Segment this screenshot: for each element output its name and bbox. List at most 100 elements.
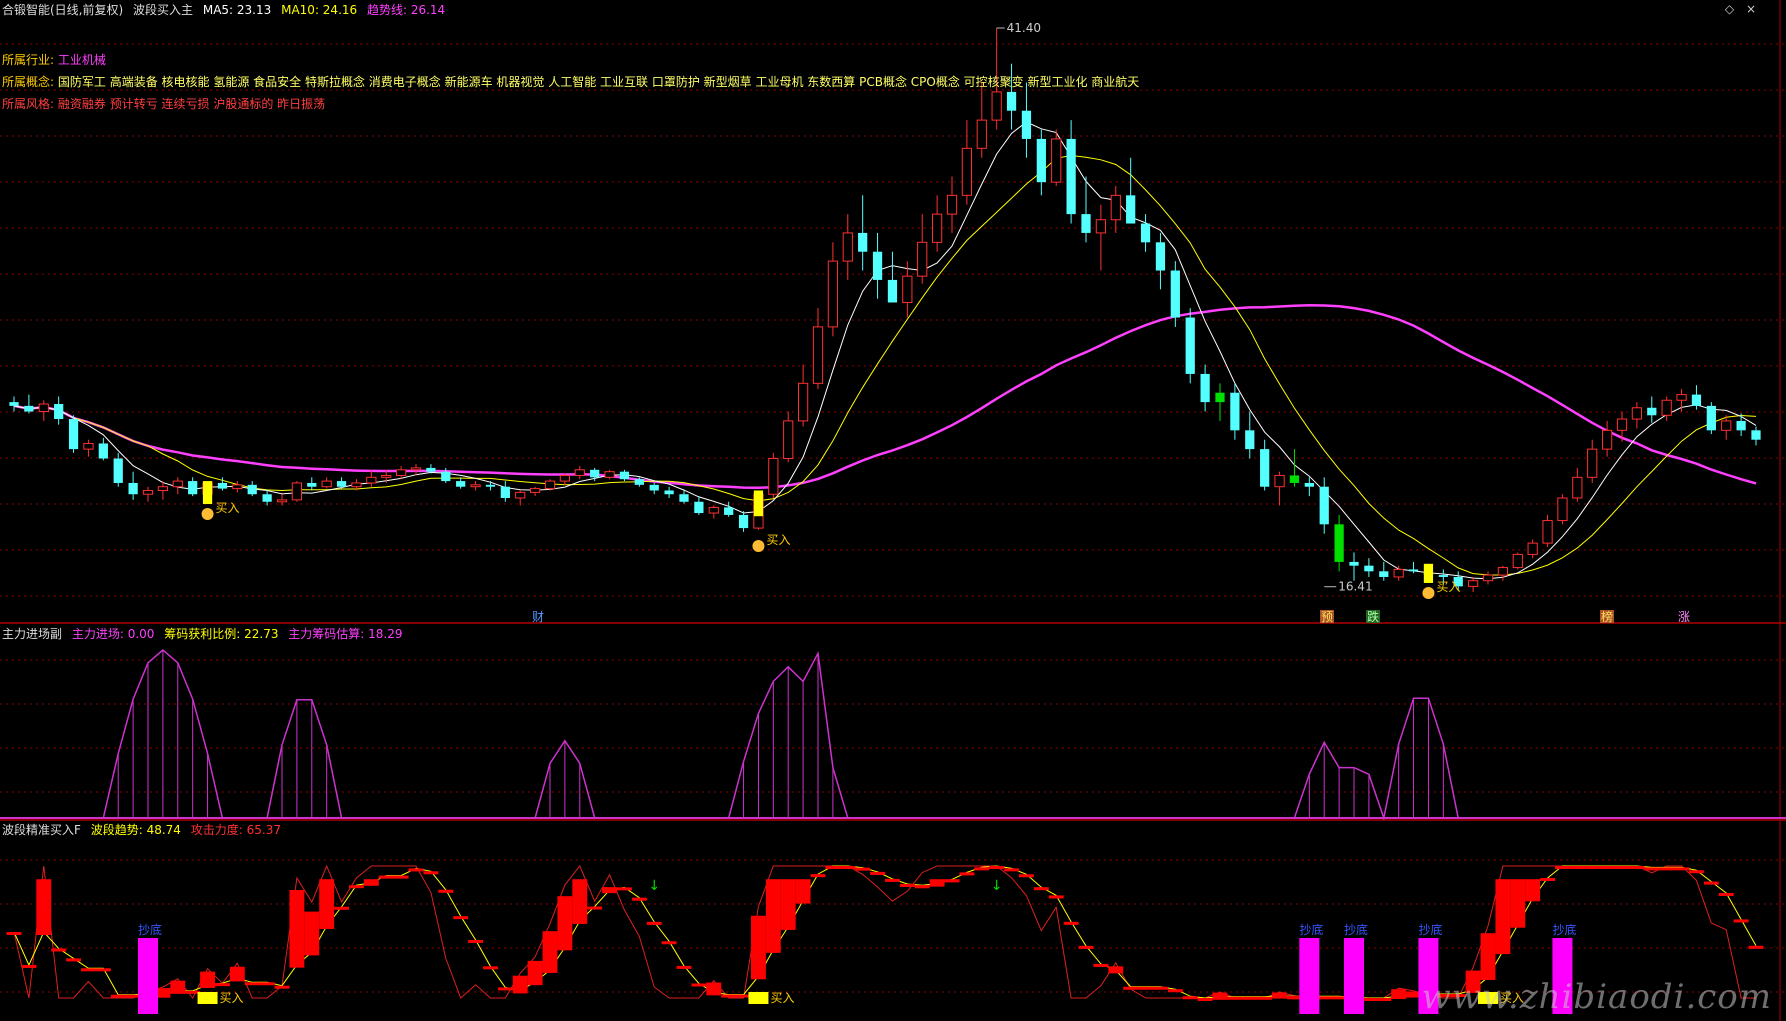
industry-value[interactable]: 工业机械 — [58, 53, 106, 67]
candle — [1200, 364, 1210, 412]
style-values[interactable]: 融资融券 预计转亏 连续亏损 沪股通标的 昨日振荡 — [58, 97, 325, 111]
candle-body — [529, 488, 541, 493]
ma10-value: MA10: 24.16 — [281, 3, 358, 17]
attack-bar — [1019, 874, 1034, 878]
attack-bar — [1123, 986, 1139, 990]
candle — [83, 439, 94, 457]
candle-body — [783, 420, 794, 460]
candle-body — [1245, 430, 1255, 450]
candle-body — [664, 490, 674, 495]
attack-bar — [66, 958, 81, 962]
attack-bar — [989, 866, 1005, 869]
tag-cai: 财 — [532, 610, 544, 624]
candle — [961, 120, 973, 205]
candle — [1751, 426, 1761, 446]
candle — [1021, 82, 1032, 158]
buy-signal-box — [753, 490, 764, 517]
attack-bar — [557, 896, 573, 951]
bottom-fish-label: 抄底 — [1552, 922, 1576, 937]
candle-body — [1527, 542, 1538, 555]
signal-markers: 买入买入买入41.4016.41财预跌榜涨抄底 抄底 抄底 抄底 抄底买入 买入 买入↓ ↓ — [138, 21, 1690, 1005]
candle-body — [38, 403, 49, 413]
candle — [1140, 214, 1151, 252]
candle-body — [1155, 242, 1166, 271]
attack-bar — [587, 906, 603, 910]
attack-bar — [1584, 866, 1600, 869]
panel3-name[interactable]: 波段精准买入F — [2, 823, 81, 837]
attack-bar — [244, 982, 260, 986]
candle — [649, 482, 659, 495]
candle — [1482, 571, 1494, 585]
panel3-header: 波段精准买入F 波段趋势: 48.74 攻击力度: 65.37 — [2, 822, 287, 838]
candle-body — [247, 484, 257, 495]
candle-body — [336, 481, 347, 487]
candle-body — [1616, 418, 1628, 431]
attack-bar — [1063, 921, 1079, 925]
candle — [872, 232, 883, 299]
candle — [1170, 261, 1180, 327]
attack-bar — [51, 948, 67, 952]
candle — [768, 452, 779, 498]
candle-body — [961, 147, 973, 196]
candle-body — [1140, 223, 1151, 243]
attack-bar — [1599, 866, 1615, 869]
stock-title[interactable]: 合锻智能(日线,前复权) — [2, 3, 123, 17]
attack-bar — [899, 883, 915, 887]
candle-body — [842, 232, 853, 262]
attack-bar — [944, 879, 960, 883]
bottom-fish-label: 抄底 — [138, 922, 162, 937]
down-arrow-icon: ↓ — [991, 878, 1003, 894]
candle — [1661, 396, 1672, 421]
candle — [1631, 402, 1643, 429]
candle — [976, 82, 987, 158]
candle-body — [500, 486, 510, 498]
candle-body — [1304, 482, 1314, 487]
candle-body — [1736, 420, 1746, 431]
attack-bar — [706, 982, 722, 996]
attack-bar — [36, 879, 52, 935]
low-price-label: 16.41 — [1338, 580, 1372, 594]
candle-body — [291, 482, 303, 501]
attack-bar — [810, 874, 826, 878]
attack-bar — [765, 879, 781, 953]
grid-lines — [0, 43, 1786, 993]
chevron-left-icon[interactable]: ◇ — [1725, 2, 1734, 16]
attack-bar — [1391, 989, 1407, 1000]
candle-body — [9, 402, 19, 406]
candle-body — [128, 482, 138, 495]
candle — [1467, 576, 1479, 592]
attack-bar — [423, 871, 439, 875]
ma5-line — [13, 121, 1757, 580]
candle-body — [1289, 475, 1300, 483]
bottom-fish-bar — [138, 938, 158, 1014]
candle — [188, 477, 198, 497]
candle-body — [574, 469, 585, 476]
buy-box-p3 — [748, 992, 769, 1004]
attack-bar — [170, 980, 186, 994]
trend-value: 趋势线: 26.14 — [366, 3, 446, 17]
attack-bar — [542, 931, 558, 973]
panel2-name[interactable]: 主力进场副 — [2, 627, 62, 641]
candle-body — [262, 494, 272, 502]
concept-line: 所属概念: 国防军工 高端装备 核电核能 氢能源 食品安全 特斯拉概念 消费电子… — [2, 74, 1139, 90]
candle-body — [276, 499, 288, 503]
attack-bar — [1480, 933, 1496, 980]
candle-body — [634, 479, 644, 485]
candle-body — [485, 484, 496, 487]
attack-bar — [1197, 998, 1213, 1001]
attack-bar — [349, 885, 364, 889]
concept-values[interactable]: 国防军工 高端装备 核电核能 氢能源 食品安全 特斯拉概念 消费电子概念 新能源… — [58, 75, 1139, 89]
candle-body — [679, 494, 689, 502]
candle — [500, 481, 510, 502]
candle — [1587, 439, 1598, 483]
candle-body — [307, 482, 317, 487]
candle — [1647, 396, 1657, 423]
candle-body — [1482, 574, 1494, 582]
candle-body — [142, 489, 154, 495]
attack-bar — [1510, 879, 1526, 928]
attack-bar — [334, 906, 349, 910]
attack-bar — [1674, 867, 1689, 871]
candle — [1349, 552, 1359, 581]
main-indicator-name[interactable]: 波段买入主 — [133, 3, 193, 17]
close-icon[interactable]: × — [1746, 2, 1756, 16]
